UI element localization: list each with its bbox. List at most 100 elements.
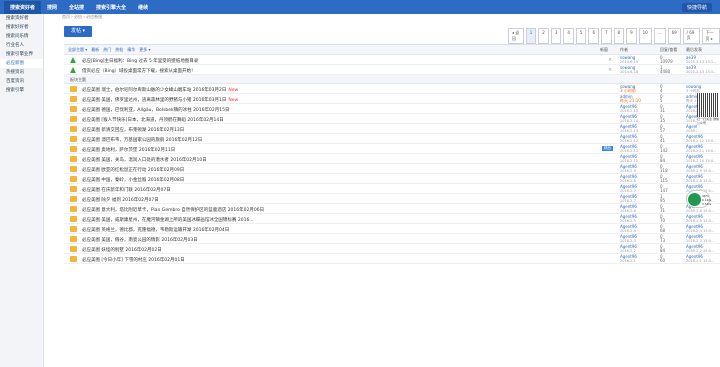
last-post[interactable]: Agent96 2016-2-9 15:0... bbox=[686, 164, 714, 174]
thread-author[interactable]: Agent96 2016-2-12 bbox=[620, 134, 638, 144]
pinned-row[interactable]: 借资必应（Bing）域投桌面常方下载，搜索从桌面开始！ × sowang 2014-6… bbox=[64, 65, 720, 75]
thread-row[interactable]: 必应美图 英格兰，德比郡，克隆福德，韦勒斯运输开湖 2016年02月04日 Age… bbox=[64, 224, 720, 234]
thread-row[interactable]: 必应美图 瑞士，伯尔尼阿尔卑斯山脉的少女峰山端车站 2016年03月2日 New s… bbox=[64, 84, 720, 94]
page-link[interactable]: 2 bbox=[538, 28, 549, 44]
thread-row[interactable]: 必应美图 [今日小年] 下雪的村庄 2016年02月01日 Agent96 2016… bbox=[64, 254, 720, 264]
last-post[interactable]: Agent96 2016-2-11 15:0... bbox=[686, 144, 716, 154]
page-back-button[interactable]: ◂ 返回 bbox=[508, 28, 524, 44]
thread-author[interactable]: Agent96 2016-2-13 bbox=[620, 124, 638, 134]
thread-author[interactable]: Agent96 2016-2-10 bbox=[620, 154, 638, 164]
sidebar-item[interactable]: 热搜资讯 bbox=[0, 68, 43, 77]
thread-title[interactable]: 必应美图 新清交回应，布莱顿湖 2016年02月13日 bbox=[82, 127, 184, 133]
sidebar-item[interactable]: 搜索引擎 bbox=[0, 86, 43, 95]
thread-title[interactable]: 必应美图 除夕 福到 2016年02月07日 bbox=[82, 197, 159, 203]
page-link[interactable]: 8 bbox=[613, 28, 625, 44]
thread-title-text[interactable]: 必应美图 美国，关岛，温润入口处的潜水者 2016年02月10日 bbox=[82, 158, 207, 163]
thread-title[interactable]: 必应美图 美国，俄谷，南瓷公园的情影 2016年02月03日 bbox=[82, 237, 198, 243]
page-link[interactable]: 5 bbox=[575, 28, 587, 44]
last-post[interactable]: ae39 2015-2-13 13:1... bbox=[686, 55, 716, 65]
thread-row[interactable]: 必应美图 美国，威斯康星州，在魔河镇金湖上所的美国冰蝶画馆冰全国锦标赛 2016… bbox=[64, 214, 720, 224]
thread-row[interactable]: 必应美图 美国，佛罗里达州，逃离森林里的野猪与小猪 2016年03月1日 New a… bbox=[64, 94, 720, 104]
thread-author[interactable]: Agent96 2016-2-1 bbox=[620, 254, 637, 264]
tab-more[interactable]: 更多 ▾ bbox=[139, 47, 150, 53]
tab-all[interactable]: 全部主题 ▾ bbox=[68, 47, 87, 53]
thread-title[interactable]: 必应美图 欧亚的红松鼠正在行动 2016年02月09日 bbox=[82, 167, 184, 173]
page-link[interactable]: 9 bbox=[626, 28, 637, 44]
close-icon[interactable]: × bbox=[608, 67, 612, 73]
thread-title-text[interactable]: 必应美图 意大利，塔比附近草卡，Pian Gembro 自然保护区的蓝鹿酒店 2… bbox=[82, 208, 264, 213]
thread-row[interactable]: 必应美图 除夕 福到 2016年02月07日 Agent96 2016-2-7 1 95… bbox=[64, 194, 720, 204]
thread-author[interactable]: Agent96 2016-2-3 bbox=[620, 234, 637, 244]
thread-title-text[interactable]: 必应美图 在庆新年和门联 2016年02月07日 bbox=[82, 188, 171, 193]
thread-row[interactable]: 必应美图 新清交回应，布莱顿湖 2016年02月13日 Agent96 2016-2… bbox=[64, 124, 720, 134]
thread-author[interactable]: Agent96 2016-2-6 bbox=[620, 204, 637, 214]
thread-author[interactable]: Agent96 2016-2-7 bbox=[620, 184, 637, 194]
thread-author[interactable]: Agent96 2016-2-9 bbox=[620, 164, 637, 174]
thread-row[interactable]: 必应美图 美国，俄谷，南瓷公园的情影 2016年02月03日 Agent96 201… bbox=[64, 234, 720, 244]
thread-title[interactable]: 必应美图 [猴人节快乐]日本，北海道，丹顶鹤在舞蹈 2016年02月14日 bbox=[82, 117, 224, 123]
thread-row[interactable]: 必应美图 在庆新年和门联 2016年02月07日 Agent96 2016-2-7 0… bbox=[64, 184, 720, 194]
thread-author[interactable]: Agent96 2016-2-5 bbox=[620, 214, 637, 224]
last-post[interactable]: ae39 2015-2-13 13:1... bbox=[686, 65, 716, 75]
thread-author[interactable]: sowang 2014-6-19 bbox=[620, 55, 638, 65]
thread-title-text[interactable]: 必应美图 美国，俄谷，南瓷公园的情影 2016年02月03日 bbox=[82, 238, 198, 243]
sidebar-item[interactable]: 行业名人 bbox=[0, 41, 43, 50]
last-post[interactable]: Agent96 2016-2-8 15:0... bbox=[686, 174, 714, 184]
thread-author[interactable]: Agent96 2016-2-11 bbox=[620, 144, 638, 154]
breadcrumb[interactable]: 首页 › 必应 › 必应新图 bbox=[62, 14, 102, 20]
thread-author[interactable]: Agent96 2016-2-8 bbox=[620, 174, 637, 184]
last-post[interactable]: Agent96 2016-2-3 15:0... bbox=[686, 234, 714, 244]
thread-row[interactable]: 必应美图 [猴人节快乐]日本，北海道，丹顶鹤在舞蹈 2016年02月14日 Age… bbox=[64, 114, 720, 124]
thread-title[interactable]: 必应美图 在庆新年和门联 2016年02月07日 bbox=[82, 187, 171, 193]
last-post[interactable]: Agent96 2016-2-12 15:0... bbox=[686, 134, 716, 144]
last-post[interactable]: Agent96 2016-2-1 15:0... bbox=[686, 254, 714, 264]
thread-title[interactable]: 必应美图 妖怪的别墅 2016年02月02日 bbox=[82, 247, 162, 253]
thread-row[interactable]: 必应美图 欧亚的红松鼠正在行动 2016年02月09日 Agent96 2016-2… bbox=[64, 164, 720, 174]
last-post[interactable]: Agent96 2016-2-4 15:0... bbox=[686, 224, 714, 234]
page-link-current[interactable]: 1 bbox=[525, 28, 537, 44]
thread-title-text[interactable]: 必应美图 奥地利，萨尔茨堡 2016年02月11日 bbox=[82, 148, 175, 153]
nav-item-site-search[interactable]: 全站搜 bbox=[63, 4, 90, 11]
thread-title[interactable]: 必应美图 美国，关岛，温润入口处的潜水者 2016年02月10日 bbox=[82, 157, 207, 163]
thread-author[interactable]: sowang 3 小时前 bbox=[620, 84, 636, 94]
thread-title-text[interactable]: 必应美图 除夕 福到 2016年02月07日 bbox=[82, 198, 159, 203]
thread-title-text[interactable]: 必应美图 妖怪的别墅 2016年02月02日 bbox=[82, 248, 162, 253]
thread-title[interactable]: 必应美图 [今日小年] 下雪的村庄 2016年02月01日 bbox=[82, 257, 185, 263]
nav-item-continue[interactable]: 继续 bbox=[132, 4, 154, 11]
thread-title[interactable]: 必应美图 奥地利，萨尔茨堡 2016年02月11日 bbox=[82, 147, 175, 153]
sidebar-item[interactable]: 搜索资好者 bbox=[0, 14, 43, 23]
speed-widget[interactable]: 46% 0.1K/s 0.5K/s bbox=[686, 190, 711, 208]
thread-title-text[interactable]: 必应美图 瑞士，伯尔尼阿尔卑斯山脉的少女峰山端车站 2016年03月2日 bbox=[82, 88, 226, 93]
nav-item-engines[interactable]: 搜索引擎大全 bbox=[90, 4, 132, 11]
tab-hot[interactable]: 热门 bbox=[103, 47, 111, 53]
last-post[interactable]: Agent96 2016-2-10 15:0... bbox=[686, 154, 716, 164]
thread-row[interactable]: 必应美图 妖怪的别墅 2016年02月02日 Agent96 2016-2-2 0 84… bbox=[64, 244, 720, 254]
thread-title[interactable]: 必应美图 英格兰，德比郡，克隆福德，韦勒斯运输开湖 2016年02月04日 bbox=[82, 227, 229, 233]
thread-title-text[interactable]: 必应美图 新清交回应，布莱顿湖 2016年02月13日 bbox=[82, 128, 184, 133]
thread-title[interactable]: 必应美图 美国，威斯康星州，在魔河镇金湖上所的美国冰蝶画馆冰全国锦标赛 2016… bbox=[82, 217, 254, 223]
tab-latest[interactable]: 最新 bbox=[91, 47, 99, 53]
thread-author[interactable]: Agent96 2016-2-15 bbox=[620, 104, 638, 114]
thread-row[interactable]: 必应美图 美国，关岛，温润入口处的潜水者 2016年02月10日 Agent96 2… bbox=[64, 154, 720, 164]
thread-title[interactable]: 必应美图 德国，巴伐利亚，Allgäu，Bolsbek镇的冰柱 2016年02月… bbox=[82, 107, 229, 113]
quick-nav-button[interactable]: 快捷导航 bbox=[681, 3, 712, 12]
page-link-last[interactable]: 69 bbox=[667, 28, 681, 44]
page-link[interactable]: 3 bbox=[550, 28, 562, 44]
page-link[interactable]: 7 bbox=[601, 28, 612, 44]
thread-author[interactable]: Agent96 2016-2-4 bbox=[620, 224, 637, 234]
thread-title[interactable]: 必应[Bing]主日福利：Bing 过去 5 年里受的壁纸地图目录 bbox=[82, 58, 198, 64]
sidebar-item-active[interactable]: 必应新图 bbox=[0, 59, 43, 68]
thread-title[interactable]: 必应美图 瑞士，伯尔尼阿尔卑斯山脉的少女峰山端车站 2016年03月2日 New bbox=[82, 87, 238, 93]
close-icon[interactable]: × bbox=[608, 57, 612, 63]
thread-author[interactable]: Agent96 2016-2-7 bbox=[620, 194, 637, 204]
thread-title[interactable]: 必应美图 意大利，塔比附近草卡，Pian Gembro 自然保护区的蓝鹿酒店 2… bbox=[82, 207, 264, 213]
last-post[interactable]: Agent96 2016-2-5 15:0... bbox=[686, 214, 714, 224]
thread-title[interactable]: 必应美图 中国，秦岭，小金丝猴 2016年02月08日 bbox=[82, 177, 184, 183]
nav-item-home[interactable]: 搜索资好者 bbox=[4, 0, 42, 14]
page-link[interactable]: 6 bbox=[588, 28, 599, 44]
thread-row[interactable]: 必应美图 奥地利，萨尔茨堡 2016年02月11日 精品 Agent96 2016-2… bbox=[64, 144, 720, 154]
thread-title-text[interactable]: 必应美图 [猴人节快乐]日本，北海道，丹顶鹤在舞蹈 2016年02月14日 bbox=[82, 118, 224, 123]
sidebar-item[interactable]: 搜索好好者 bbox=[0, 23, 43, 32]
sidebar-item[interactable]: 搜索引擎业界 bbox=[0, 50, 43, 59]
thread-title[interactable]: 借资必应（Bing）域投桌面常方下载，搜索从桌面开始！ bbox=[82, 68, 196, 74]
